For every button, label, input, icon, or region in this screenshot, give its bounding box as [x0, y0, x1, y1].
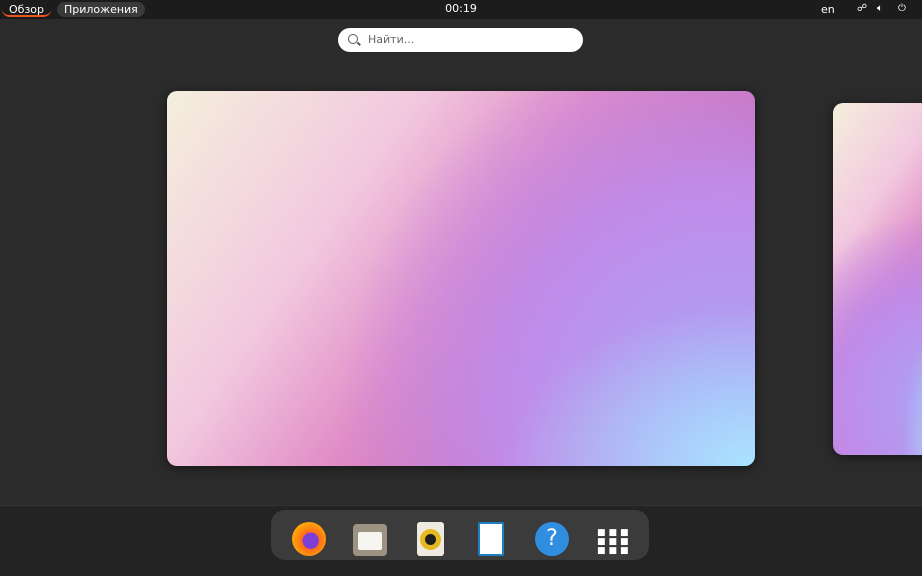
network-icon[interactable]: ☍ — [857, 3, 867, 14]
rhythmbox-icon[interactable] — [417, 522, 444, 556]
show-applications-icon[interactable]: ■■■ ■■■ ■■■ — [597, 522, 631, 556]
workspace-thumbnail-current[interactable] — [167, 91, 755, 466]
files-icon[interactable] — [353, 524, 387, 556]
firefox-icon[interactable] — [292, 522, 326, 556]
search-input[interactable]: Найти... — [338, 28, 583, 52]
help-icon[interactable]: ? — [535, 522, 569, 556]
top-bar: Обзор Приложения 00:19 en ☍ 🔈︎ ⏻ — [0, 0, 922, 19]
search-placeholder: Найти... — [368, 33, 415, 46]
keyboard-layout-indicator[interactable]: en — [821, 3, 835, 16]
search-icon — [348, 34, 358, 44]
clock[interactable]: 00:19 — [0, 2, 922, 15]
workspace-thumbnail-next[interactable] — [833, 103, 922, 455]
dash: ? ■■■ ■■■ ■■■ — [271, 510, 649, 560]
volume-icon[interactable]: 🔈︎ — [877, 3, 883, 14]
libreoffice-writer-icon[interactable] — [478, 522, 504, 556]
power-icon[interactable]: ⏻ — [898, 3, 906, 14]
